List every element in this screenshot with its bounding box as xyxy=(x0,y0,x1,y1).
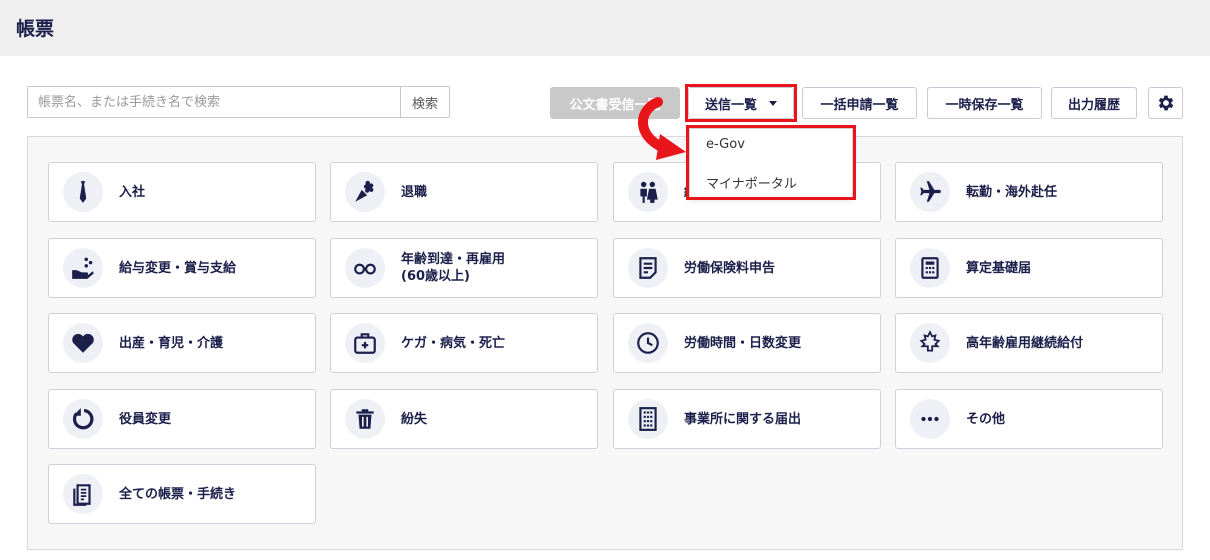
refresh-icon xyxy=(72,408,94,430)
card-work-hours[interactable]: 労働時間・日数変更 xyxy=(613,313,881,373)
card-age-reemploy[interactable]: 年齢到達・再雇用 (60歳以上) xyxy=(330,238,598,298)
clock-icon xyxy=(637,332,659,354)
card-injury[interactable]: ケガ・病気・死亡 xyxy=(330,313,598,373)
card-lost[interactable]: 紛失 xyxy=(330,389,598,449)
building-icon xyxy=(639,407,657,431)
card-label: 紛失 xyxy=(401,411,428,427)
card-transfer[interactable]: 転勤・海外赴任 xyxy=(895,162,1163,222)
calculator-icon xyxy=(921,257,939,279)
documents-icon xyxy=(73,484,91,506)
trash-icon xyxy=(356,409,374,429)
card-labor-insurance[interactable]: 労働保険料申告 xyxy=(613,238,881,298)
airplane-icon xyxy=(920,181,941,202)
temp-saved-button[interactable]: 一時保存一覧 xyxy=(927,87,1042,119)
card-label: 給与変更・賞与支給 xyxy=(119,260,237,276)
hand-coins-icon xyxy=(72,257,94,279)
card-label: その他 xyxy=(966,411,1006,427)
card-childcare[interactable]: 出産・育児・介護 xyxy=(48,313,316,373)
search-input[interactable] xyxy=(28,87,400,117)
search-button[interactable]: 検索 xyxy=(400,86,450,118)
card-other[interactable]: その他 xyxy=(895,389,1163,449)
glasses-icon xyxy=(354,263,376,275)
card-salary-change[interactable]: 給与変更・賞与支給 xyxy=(48,238,316,298)
first-aid-icon xyxy=(354,333,376,354)
card-label: 全ての帳票・手続き xyxy=(119,486,237,502)
bulk-apply-button[interactable]: 一括申請一覧 xyxy=(802,87,917,119)
highlight-box-dropdown xyxy=(686,125,856,200)
card-label: 入社 xyxy=(119,184,146,200)
card-label: 労働時間・日数変更 xyxy=(684,335,802,351)
card-all-forms[interactable]: 全ての帳票・手続き xyxy=(48,464,316,524)
maple-leaf-icon xyxy=(919,330,941,352)
page-header: 帳票 xyxy=(0,0,1210,56)
bouquet-icon xyxy=(355,180,374,202)
highlight-box-sent-list xyxy=(685,84,797,122)
more-icon xyxy=(921,416,939,422)
output-history-button[interactable]: 出力履歴 xyxy=(1051,87,1137,119)
card-label: 年齢到達・再雇用 (60歳以上) xyxy=(401,252,506,284)
card-base-calc[interactable]: 算定基礎届 xyxy=(895,238,1163,298)
card-label: 労働保険料申告 xyxy=(684,260,776,276)
card-join[interactable]: 入社 xyxy=(48,162,316,222)
card-label: 事業所に関する届出 xyxy=(684,411,802,427)
card-label: 退職 xyxy=(401,184,428,200)
document-icon xyxy=(639,257,657,279)
card-label: 算定基礎届 xyxy=(966,260,1032,276)
settings-button[interactable] xyxy=(1148,87,1183,119)
card-label: 出産・育児・介護 xyxy=(119,335,224,351)
necktie-icon xyxy=(79,181,87,203)
card-label: 高年齢雇用継続給付 xyxy=(966,335,1084,351)
card-label: 役員変更 xyxy=(119,411,172,427)
couple-icon xyxy=(640,181,658,203)
search-field[interactable] xyxy=(27,86,401,118)
card-elderly-benefit[interactable]: 高年齢雇用継続給付 xyxy=(895,313,1163,373)
card-label: 転勤・海外赴任 xyxy=(966,184,1058,200)
heart-icon xyxy=(72,333,94,353)
card-officer-change[interactable]: 役員変更 xyxy=(48,389,316,449)
gear-icon xyxy=(1158,95,1173,111)
card-retire[interactable]: 退職 xyxy=(330,162,598,222)
callout-arrow-icon xyxy=(638,97,686,160)
page-title: 帳票 xyxy=(16,18,55,40)
card-label: ケガ・病気・死亡 xyxy=(401,335,506,351)
card-office-notice[interactable]: 事業所に関する届出 xyxy=(613,389,881,449)
